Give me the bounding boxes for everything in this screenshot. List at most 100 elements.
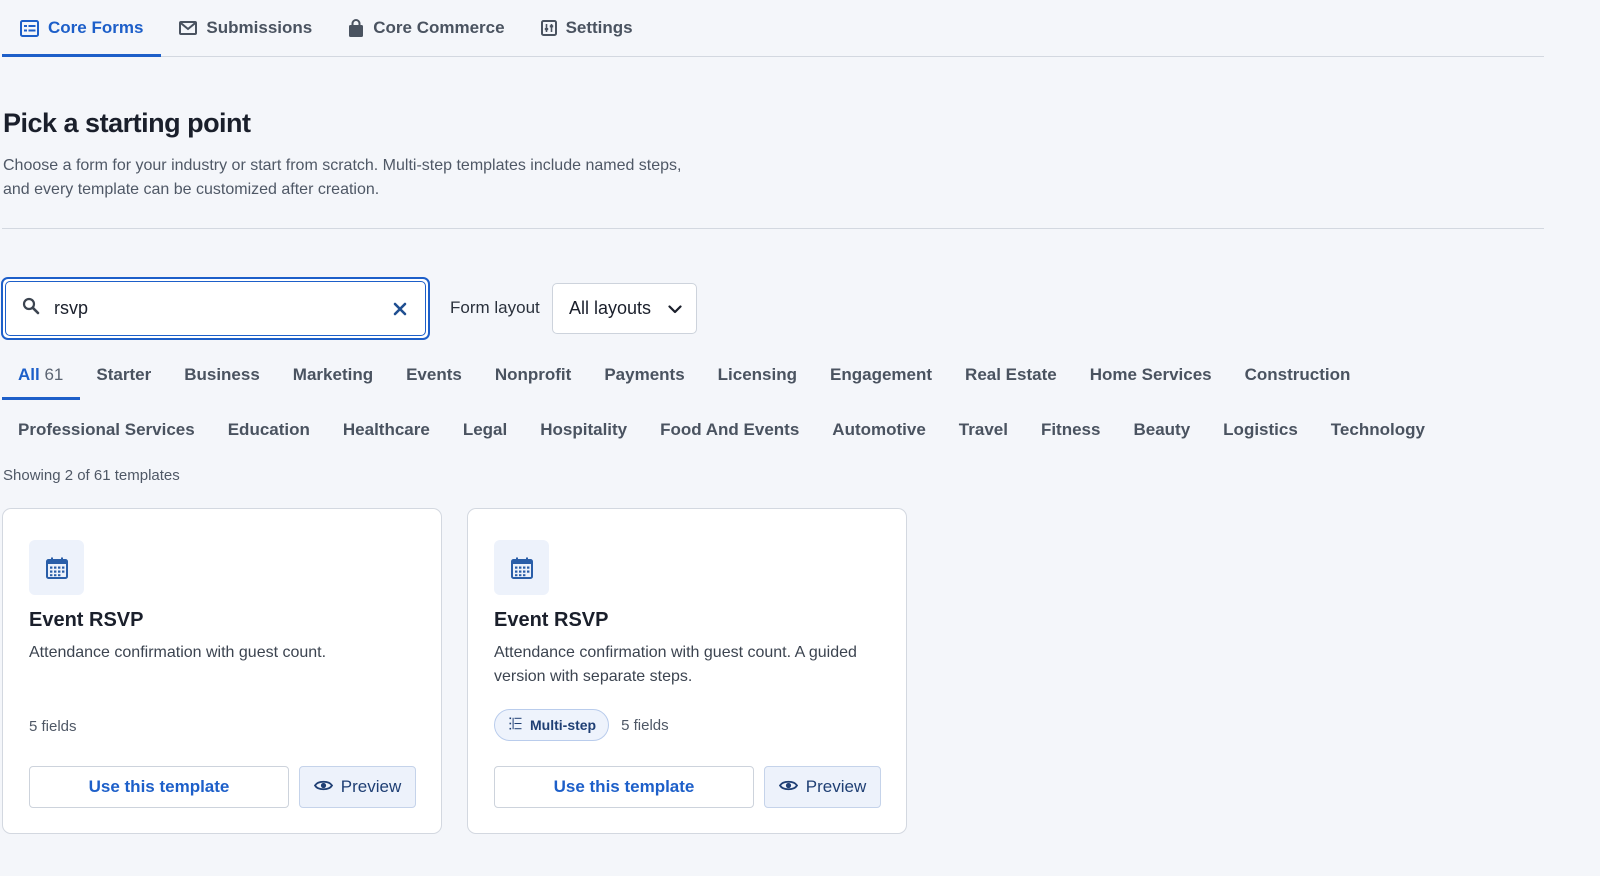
tab-label: Submissions	[206, 18, 313, 37]
category-filter[interactable]: Construction	[1229, 356, 1368, 400]
card-title: Event RSVP	[29, 609, 144, 631]
search-box	[1, 277, 430, 340]
category-label: Food And Events	[660, 420, 800, 439]
search-input[interactable]	[54, 298, 375, 319]
category-filter[interactable]: Starter	[80, 356, 168, 400]
calendar-icon	[494, 540, 549, 595]
use-template-button[interactable]: Use this template	[29, 766, 289, 808]
category-label: Fitness	[1040, 420, 1101, 439]
category-filter[interactable]: Business	[168, 356, 277, 400]
top-tab-bar: Core Forms Submissions Core Commerce Set…	[2, 0, 1544, 57]
multi-step-badge: Multi-step	[494, 709, 610, 741]
card-title: Event RSVP	[494, 609, 609, 631]
eye-icon	[778, 777, 798, 797]
category-label: Legal	[462, 420, 508, 439]
category-filter[interactable]: Professional Services	[2, 411, 212, 455]
category-label: All	[18, 365, 40, 384]
form-layout-value: All layouts	[569, 298, 652, 318]
list-icon	[509, 717, 522, 733]
category-filter[interactable]: Home Services	[1074, 356, 1229, 400]
preview-label: Preview	[805, 777, 867, 796]
use-template-button[interactable]: Use this template	[494, 766, 754, 808]
category-label: Starter	[96, 365, 152, 384]
category-filter[interactable]: Technology	[1315, 411, 1442, 455]
category-filters-row-1: All 61 Starter Business Marketing Events Nonp…	[2, 356, 1562, 400]
page: Core Forms Submissions Core Commerce Set…	[0, 0, 1600, 876]
header-divider	[2, 228, 1544, 229]
category-filter[interactable]: Beauty	[1117, 411, 1207, 455]
search-icon	[22, 297, 40, 320]
tab-submissions[interactable]: Submissions	[161, 0, 330, 56]
tab-label: Core Commerce	[373, 18, 505, 37]
card-meta: Multi-step 5 fields	[494, 709, 669, 741]
category-label: Engagement	[830, 365, 933, 384]
category-filter[interactable]: Engagement	[814, 356, 949, 400]
category-filter[interactable]: Nonprofit	[479, 356, 588, 400]
preview-button[interactable]: Preview	[299, 766, 416, 808]
category-filter[interactable]: Events	[390, 356, 479, 400]
results-count: Showing 2 of 61 templates	[3, 467, 180, 484]
category-label: Marketing	[292, 365, 374, 384]
tab-settings[interactable]: Settings	[523, 0, 651, 56]
shopping-bag-icon	[348, 18, 364, 38]
category-label: Travel	[958, 420, 1008, 439]
preview-button[interactable]: Preview	[764, 766, 881, 808]
tab-label: Core Forms	[48, 18, 144, 37]
form-layout-label: Form layout	[450, 298, 540, 317]
form-layout-select[interactable]: All layouts	[552, 283, 697, 334]
tab-core-commerce[interactable]: Core Commerce	[330, 0, 522, 56]
category-label: Home Services	[1089, 365, 1212, 384]
eye-icon	[313, 777, 333, 797]
category-filter[interactable]: Food And Events	[644, 411, 816, 455]
chevron-down-icon	[668, 298, 682, 319]
category-filter[interactable]: Healthcare	[327, 411, 447, 455]
category-label: Professional Services	[18, 420, 195, 439]
category-filter[interactable]: Marketing	[277, 356, 390, 400]
category-label: Real Estate	[965, 365, 1057, 384]
card-description: Attendance confirmation with guest count…	[29, 644, 327, 661]
category-filter[interactable]: Payments	[588, 356, 701, 400]
category-filter[interactable]: Legal	[447, 411, 524, 455]
card-meta: 5 fields	[29, 718, 77, 735]
category-filter[interactable]: Travel	[943, 411, 1025, 455]
clear-search-button[interactable]	[389, 298, 411, 320]
category-filter[interactable]: All 61	[2, 356, 81, 400]
category-count: 61	[44, 365, 64, 384]
category-label: Construction	[1244, 365, 1351, 384]
tab-core-forms[interactable]: Core Forms	[2, 0, 162, 57]
page-title: Pick a starting point	[3, 108, 251, 138]
category-label: Payments	[604, 365, 685, 384]
form-icon	[20, 19, 39, 37]
category-filters-row-2: Professional Services Education Healthcare…	[2, 411, 1562, 455]
page-subtitle: Choose a form for your industry or start…	[3, 154, 763, 202]
category-label: Education	[227, 420, 310, 439]
category-filter[interactable]: Real Estate	[949, 356, 1074, 400]
tab-label: Settings	[565, 18, 633, 37]
card-description: Attendance confirmation with guest count…	[494, 644, 857, 685]
category-filter[interactable]: Automotive	[816, 411, 943, 455]
category-filter[interactable]: Hospitality	[524, 411, 644, 455]
field-count: 5 fields	[29, 718, 77, 735]
template-card: Event RSVP Attendance confirmation with …	[467, 508, 907, 834]
field-count: 5 fields	[621, 716, 669, 734]
category-label: Hospitality	[540, 420, 628, 439]
subtitle-line: Choose a form for your industry or start…	[3, 157, 682, 174]
calendar-icon	[29, 540, 84, 595]
envelope-icon	[179, 21, 198, 35]
subtitle-line: and every template can be customized aft…	[3, 181, 380, 198]
category-label: Business	[184, 365, 260, 384]
category-label: Logistics	[1223, 420, 1298, 439]
category-label: Nonprofit	[494, 365, 572, 384]
category-filter[interactable]: Licensing	[702, 356, 814, 400]
category-filter[interactable]: Fitness	[1025, 411, 1118, 455]
category-filter[interactable]: Logistics	[1207, 411, 1315, 455]
close-icon	[393, 302, 407, 315]
preview-label: Preview	[340, 777, 402, 796]
template-card: Event RSVP Attendance confirmation with …	[2, 508, 442, 834]
category-filter[interactable]: Education	[212, 411, 327, 455]
category-label: Automotive	[832, 420, 926, 439]
category-label: Healthcare	[342, 420, 430, 439]
category-label: Beauty	[1133, 420, 1191, 439]
badge-label: Multi-step	[530, 717, 597, 733]
category-label: Licensing	[717, 365, 798, 384]
